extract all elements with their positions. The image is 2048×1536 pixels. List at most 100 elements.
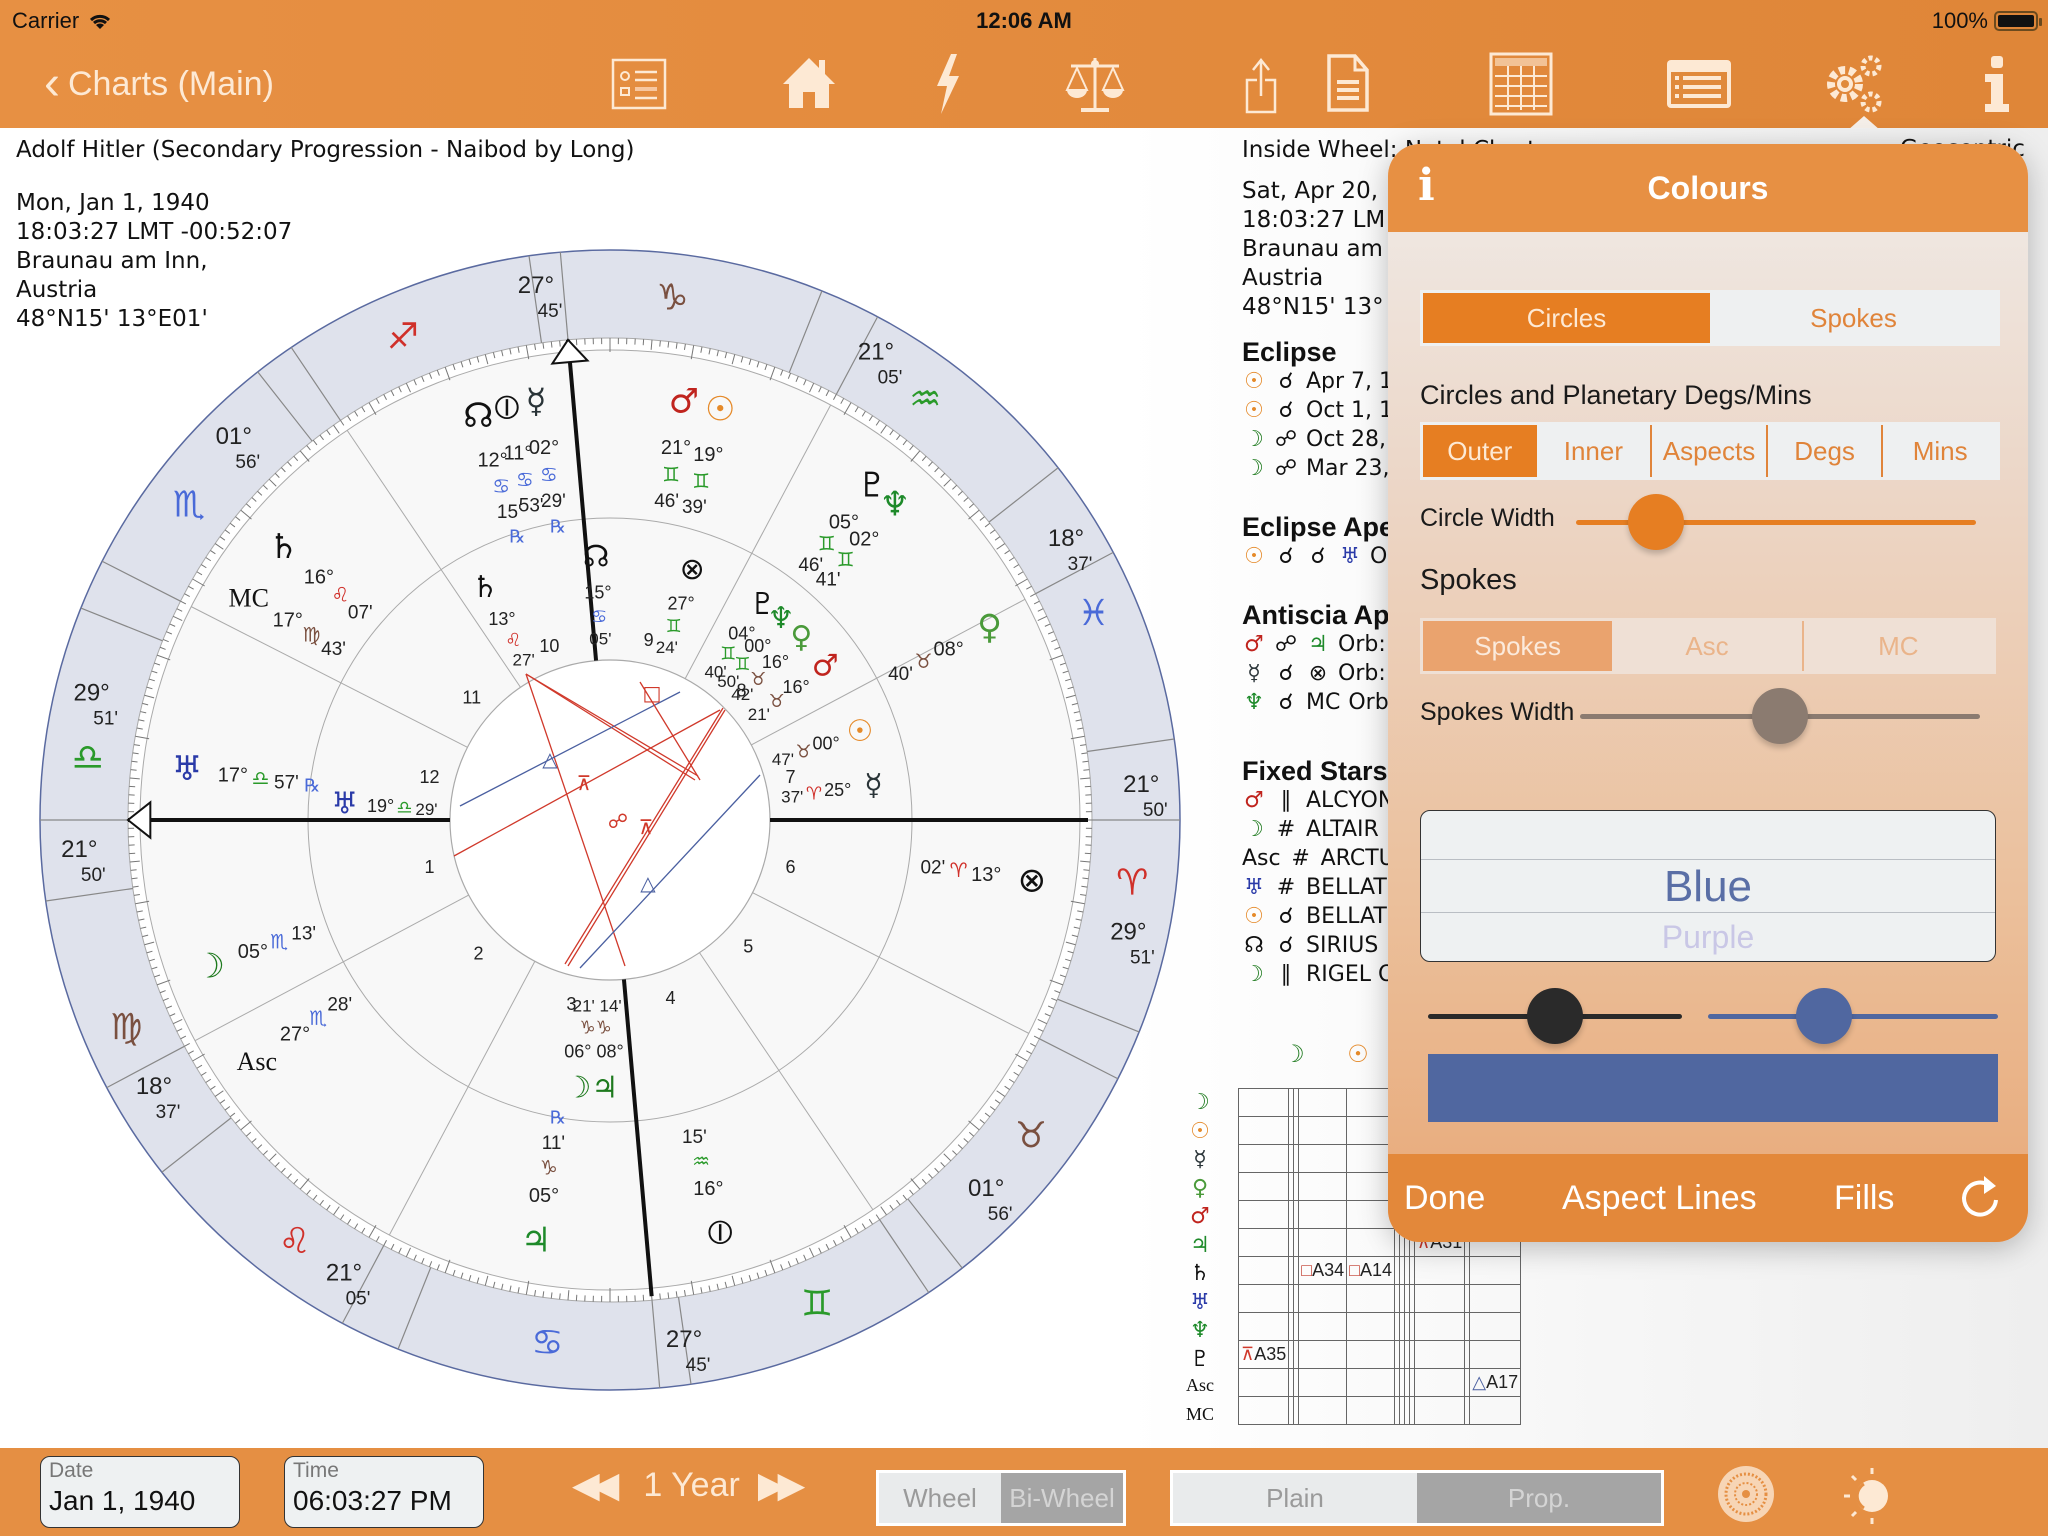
done-button[interactable]: Done (1404, 1179, 1485, 1218)
house-option-prop[interactable]: Prop. (1417, 1473, 1661, 1523)
fills-button[interactable]: Fills (1834, 1179, 1894, 1218)
chart-list-icon[interactable] (604, 52, 674, 116)
document-icon[interactable] (1312, 52, 1382, 116)
slider-thumb[interactable] (1628, 494, 1684, 550)
step-forward-icon[interactable]: ▶▶ (758, 1464, 805, 1506)
time-field[interactable]: Time 06:03:27 PM (284, 1456, 484, 1528)
cusp-minute: 56' (235, 452, 260, 473)
cusp-degree: 21° (61, 836, 97, 863)
aspect-lines-button[interactable]: Aspect Lines (1562, 1179, 1757, 1218)
inner-planet-glyph: ☿ (864, 768, 882, 803)
cusp-minute: 50' (1143, 800, 1168, 821)
picker-next[interactable]: Purple (1421, 919, 1995, 956)
wheel-option-wheel[interactable]: Wheel (879, 1473, 1001, 1523)
circle-tab-aspects[interactable]: Aspects (1650, 425, 1766, 477)
list-icon[interactable] (1664, 52, 1734, 116)
cusp-degree: 27° (666, 1326, 702, 1353)
tab-spokes[interactable]: Spokes (1710, 293, 1997, 343)
share-icon[interactable] (1230, 52, 1300, 116)
home-icon[interactable] (774, 52, 844, 116)
degree-tick (559, 340, 561, 347)
outer-planet-sign: ♉ (915, 649, 933, 673)
table-icon[interactable] (1486, 52, 1556, 116)
grid-col-header-icon: ☉ (1347, 1040, 1369, 1068)
chevron-left-icon: ‹ (44, 57, 60, 110)
grid-row-label: ☉ (1190, 1118, 1210, 1144)
row-glyph-icon: ♆ (1244, 690, 1264, 715)
grid-row: □A34 □A14 (1237, 1256, 1522, 1285)
outer-planet-sign: ♈ (950, 858, 968, 882)
lightning-icon[interactable] (912, 52, 982, 116)
spokes-tab-spokes[interactable]: Spokes (1423, 621, 1613, 671)
step-back-icon[interactable]: ◀◀ (572, 1464, 619, 1506)
circle-tab-outer[interactable]: Outer (1423, 425, 1537, 477)
zodiac-sign-glyph: ♎ (72, 737, 104, 778)
info-icon[interactable]: i (1418, 160, 1435, 211)
row-glyph-icon: ☽ (1244, 817, 1264, 842)
colour-picker[interactable]: Blue Purple (1420, 810, 1996, 962)
slider-thumb[interactable] (1527, 988, 1583, 1044)
outer-planet-minute: 29' (541, 491, 566, 512)
spokes-tab-asc[interactable]: Asc (1612, 621, 1801, 671)
inner-planet-minute: 27' (513, 651, 535, 670)
wheel-option-biwheel[interactable]: Bi-Wheel (1001, 1473, 1123, 1523)
grid-cell (1237, 1144, 1290, 1173)
row-glyph-icon: ☿ (1247, 661, 1261, 686)
circle-tab-inner[interactable]: Inner (1537, 425, 1651, 477)
row-glyph-icon: ☽ (1244, 456, 1264, 481)
aspect-label: A35 (1254, 1344, 1287, 1364)
house-option-plain[interactable]: Plain (1173, 1473, 1417, 1523)
aspect-label: A14 (1360, 1260, 1393, 1280)
tab-circles[interactable]: Circles (1423, 293, 1710, 343)
wheel-style-icon[interactable] (1716, 1464, 1776, 1524)
aspect-symbol: ⊼ (577, 771, 592, 795)
cusp-minute: 05' (878, 367, 903, 388)
circle-width-slider[interactable] (1576, 492, 1976, 552)
grid-cell: □A34 (1298, 1256, 1348, 1285)
outer-planet-sign: ♊ (818, 532, 836, 556)
aspect-symbol: △ (640, 871, 656, 895)
step-label: 1 Year (643, 1465, 740, 1504)
spokes-width-slider[interactable] (1580, 686, 1980, 746)
degree-tick (1083, 769, 1090, 771)
back-label: Charts (Main) (67, 64, 274, 103)
aspect-symbol-icon: △ (1472, 1372, 1487, 1392)
row-text: Orb: (1338, 632, 1386, 657)
circle-tab-degs[interactable]: Degs (1765, 425, 1882, 477)
chart-wheel[interactable]: ♎♍♌♋♊♉♈♓♒♑♐♏ 123 45678910111221°50'29°51'… (30, 240, 1190, 1400)
wheel-mode-segment: Wheel Bi-Wheel (876, 1470, 1126, 1526)
time-label: Time (293, 1459, 339, 1482)
saturation-slider[interactable] (1708, 986, 1998, 1046)
grid-cell: ⊼A35 (1237, 1340, 1290, 1369)
picker-selected[interactable]: Blue (1421, 861, 1995, 913)
grid-cell (1469, 1312, 1522, 1341)
bottom-bar: Date Jan 1, 1940 Time 06:03:27 PM ◀◀ 1 Y… (0, 1448, 2048, 1536)
slider-thumb[interactable] (1796, 988, 1852, 1044)
retrograde-icon: ℞ (550, 1107, 566, 1128)
zodiac-sign-glyph: ♐ (387, 316, 419, 357)
grid-cell (1298, 1368, 1348, 1397)
outer-planet-minute: 07' (348, 602, 373, 623)
aspect-symbol: △ (542, 747, 558, 771)
aspect-symbol: ⊼ (639, 815, 654, 839)
brightness-slider[interactable] (1428, 986, 1682, 1046)
time-stepper: ◀◀ 1 Year ▶▶ (572, 1464, 805, 1506)
scales-icon[interactable] (1060, 52, 1130, 116)
battery: 100% (1932, 8, 2042, 34)
slider-thumb[interactable] (1752, 688, 1808, 744)
day-night-icon[interactable] (1838, 1464, 1898, 1524)
info-icon[interactable] (1962, 52, 2032, 116)
grid-cell (1414, 1340, 1466, 1369)
grid-cell (1346, 1284, 1396, 1313)
inner-planet-minute: 42' (731, 685, 753, 704)
back-button[interactable]: ‹ Charts (Main) (44, 60, 274, 108)
status-bar: Carrier 12:06 AM 100% (0, 0, 2048, 40)
spokes-tab-mc[interactable]: MC (1801, 621, 1993, 671)
reset-button[interactable] (1958, 1172, 2002, 1231)
circle-tab-mins[interactable]: Mins (1881, 425, 1997, 477)
grid-cell (1414, 1396, 1466, 1425)
inner-planet-sign: ♉ (769, 691, 785, 712)
gears-icon[interactable] (1820, 52, 1890, 116)
outer-planet-minute: 11' (542, 1133, 565, 1154)
date-field[interactable]: Date Jan 1, 1940 (40, 1456, 240, 1528)
